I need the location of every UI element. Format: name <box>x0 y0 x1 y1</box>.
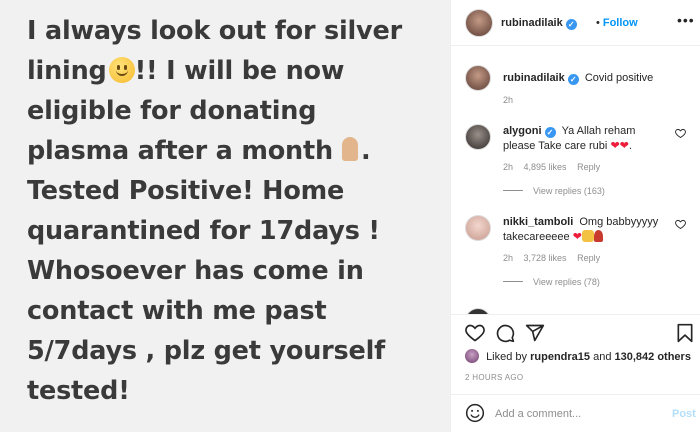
post-line: tested! <box>27 376 130 406</box>
liker-avatar[interactable] <box>465 349 479 363</box>
reply-button[interactable]: Reply <box>577 162 600 172</box>
comment-body: nikki_tamboli Omg babbyyyyy takecareeeee… <box>503 215 668 245</box>
verified-badge-icon: ✓ <box>544 127 556 138</box>
comment-item: nikki_tamboli Omg babbyyyyy takecareeeee… <box>465 213 695 293</box>
post-comment-button[interactable]: Post <box>672 408 696 420</box>
comment-body: alygoni ✓ Ya Allah reham please Take care… <box>503 124 668 154</box>
commenter-avatar[interactable] <box>465 215 491 241</box>
hugging-face-emoji-icon <box>581 230 594 242</box>
more-options-icon[interactable]: ••• <box>677 12 695 28</box>
post-image-text: I always look out for silver lining !! I … <box>27 11 447 411</box>
caption: rubinadilaik ✓ Covid positive 2h <box>465 65 695 109</box>
caption-meta: 2h <box>503 95 521 105</box>
post-line-part: !! I will be now <box>134 56 345 86</box>
post-timestamp[interactable]: 2 HOURS AGO <box>465 373 523 382</box>
comment-username[interactable]: nikki_tamboli <box>503 216 573 228</box>
smiling-face-emoji-icon <box>108 57 135 83</box>
view-replies-label[interactable]: View replies (163) <box>533 186 605 196</box>
post-header: rubinadilaik ✓ • Follow ••• <box>451 0 700 46</box>
post-line: contact with me past <box>27 296 327 326</box>
verified-badge-icon: ✓ <box>565 19 577 30</box>
view-replies-link[interactable]: View replies (163) <box>503 186 605 196</box>
post-side-panel: rubinadilaik ✓ • Follow ••• rubinadilaik ✓ … <box>450 0 700 432</box>
like-comment-heart-icon[interactable] <box>675 128 686 141</box>
comments-list[interactable]: rubinadilaik ✓ Covid positive 2h alygoni ✓… <box>451 46 700 314</box>
comment-time[interactable]: 2h <box>503 162 513 172</box>
post-line: Tested Positive! Home <box>27 176 345 206</box>
caption-username[interactable]: rubinadilaik ✓ <box>503 72 579 85</box>
post-image[interactable]: I always look out for silver lining !! I … <box>0 0 450 432</box>
heart-outline-icon[interactable] <box>465 323 485 343</box>
post-line-part: lining <box>27 56 107 86</box>
reply-button[interactable]: Reply <box>577 253 600 263</box>
comment-username[interactable]: alygoni ✓ <box>503 125 556 138</box>
author-avatar[interactable] <box>465 9 493 37</box>
paper-plane-icon[interactable] <box>525 323 545 343</box>
follow-label[interactable]: Follow <box>603 17 638 29</box>
verified-badge-icon: ✓ <box>567 74 579 85</box>
post-line: I always look out for silver <box>27 16 402 46</box>
comment-likes[interactable]: 4,895 likes <box>524 162 567 172</box>
likes-summary[interactable]: Liked by rupendra15 and 130,842 others <box>465 349 691 363</box>
post-line: 5/7days , plz get yourself <box>27 336 386 366</box>
liked-by-user[interactable]: rupendra15 <box>530 351 590 363</box>
comment-meta: 2h 4,895 likes Reply <box>503 162 608 172</box>
add-comment-input[interactable] <box>495 405 655 423</box>
comment-time[interactable]: 2h <box>503 253 513 263</box>
post-line: eligible for donating <box>27 96 317 126</box>
comment-item: alygoni ✓ Ya Allah reham please Take care… <box>465 122 695 202</box>
liked-by-and: and <box>593 351 612 363</box>
post-actions: Liked by rupendra15 and 130,842 others 2… <box>451 314 700 432</box>
commenter-avatar[interactable] <box>465 124 491 150</box>
comment-likes[interactable]: 3,728 likes <box>524 253 567 263</box>
caption-text: Covid positive <box>584 72 654 84</box>
replies-dash <box>503 190 523 191</box>
author-username[interactable]: rubinadilaik ✓ <box>501 17 577 30</box>
bookmark-icon[interactable] <box>675 323 695 343</box>
like-comment-heart-icon[interactable] <box>675 219 686 232</box>
author-username-text[interactable]: rubinadilaik <box>501 17 563 29</box>
liked-by-others[interactable]: 130,842 others <box>615 351 691 363</box>
view-replies-link[interactable]: View replies (78) <box>503 277 600 287</box>
post-line: lining !! I will be now <box>27 51 447 91</box>
post-line-part: plasma after a month <box>27 136 333 166</box>
smiley-icon[interactable] <box>465 403 485 423</box>
author-avatar[interactable] <box>465 65 491 91</box>
add-comment-bar: Post <box>451 394 700 432</box>
red-heart-emoji-icon: ❤❤ <box>610 140 629 152</box>
caption-time[interactable]: 2h <box>503 95 513 105</box>
liked-by-prefix: Liked by <box>486 351 528 363</box>
replies-dash <box>503 281 523 282</box>
view-replies-label[interactable]: View replies (78) <box>533 277 600 287</box>
post-line: quarantined for 17days ! <box>27 216 380 246</box>
follow-button[interactable]: • Follow <box>596 17 638 29</box>
separator-dot: • <box>596 17 600 29</box>
rose-emoji-icon <box>593 230 603 242</box>
post-line: Whosoever has come in <box>27 256 364 286</box>
post-line-part: . <box>360 136 371 166</box>
caption-username-text[interactable]: rubinadilaik <box>503 72 565 84</box>
folded-hands-emoji-icon <box>339 137 361 163</box>
comment-dot: . <box>628 140 632 152</box>
post-line: plasma after a month. <box>27 131 447 171</box>
caption-body: rubinadilaik ✓ Covid positive <box>503 71 668 86</box>
red-heart-emoji-icon: ❤ <box>572 231 582 243</box>
comment-username-text[interactable]: alygoni <box>503 125 542 137</box>
comment-icon[interactable] <box>495 323 515 343</box>
comment-meta: 2h 3,728 likes Reply <box>503 253 608 263</box>
